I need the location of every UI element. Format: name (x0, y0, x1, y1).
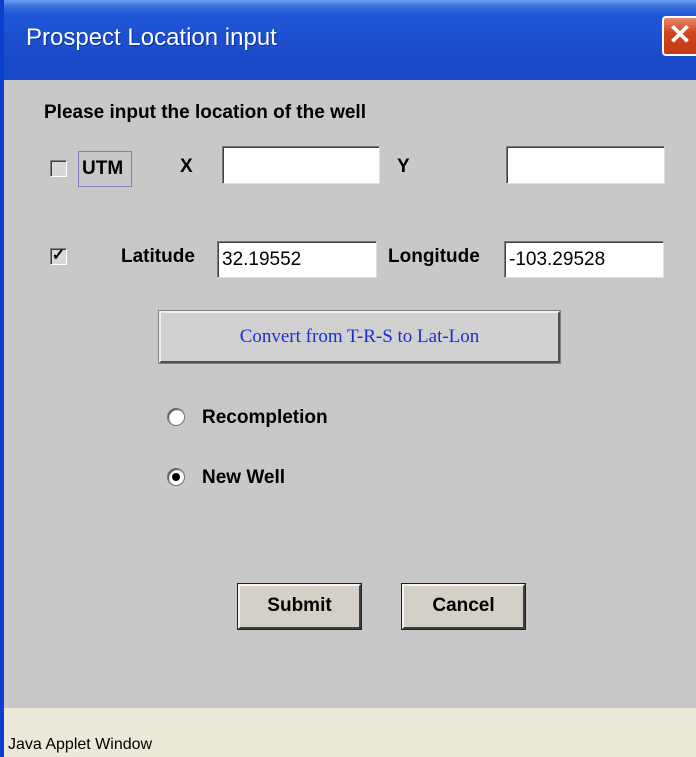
utm-checkbox[interactable] (50, 160, 67, 177)
x-input[interactable] (222, 146, 380, 184)
title-bar[interactable]: Prospect Location input ✕ (4, 0, 696, 80)
latitude-label: Latitude (121, 246, 195, 267)
status-bar: Java Applet Window (4, 708, 696, 757)
convert-trs-button[interactable]: Convert from T-R-S to Lat-Lon (158, 310, 561, 364)
radio-selected-dot (172, 473, 180, 481)
submit-button[interactable]: Submit (237, 583, 362, 630)
status-text: Java Applet Window (8, 736, 153, 753)
y-input[interactable] (506, 146, 665, 184)
longitude-input[interactable] (504, 241, 664, 278)
window-title: Prospect Location input (26, 24, 277, 51)
instruction-heading: Please input the location of the well (44, 102, 366, 123)
latlon-checkbox[interactable]: ✓ (50, 248, 67, 265)
cancel-button[interactable]: Cancel (401, 583, 526, 630)
longitude-label: Longitude (388, 246, 480, 267)
new-well-label: New Well (202, 467, 286, 488)
radio-recompletion[interactable] (167, 408, 185, 426)
x-label: X (180, 156, 193, 177)
close-icon[interactable]: ✕ (662, 16, 696, 56)
dialog-window: Prospect Location input ✕ Please input t… (0, 0, 696, 757)
utm-label: UTM (82, 158, 124, 179)
radio-new-well[interactable] (167, 468, 185, 486)
latitude-input[interactable] (217, 241, 377, 278)
recompletion-label: Recompletion (202, 407, 328, 428)
y-label: Y (397, 156, 410, 177)
